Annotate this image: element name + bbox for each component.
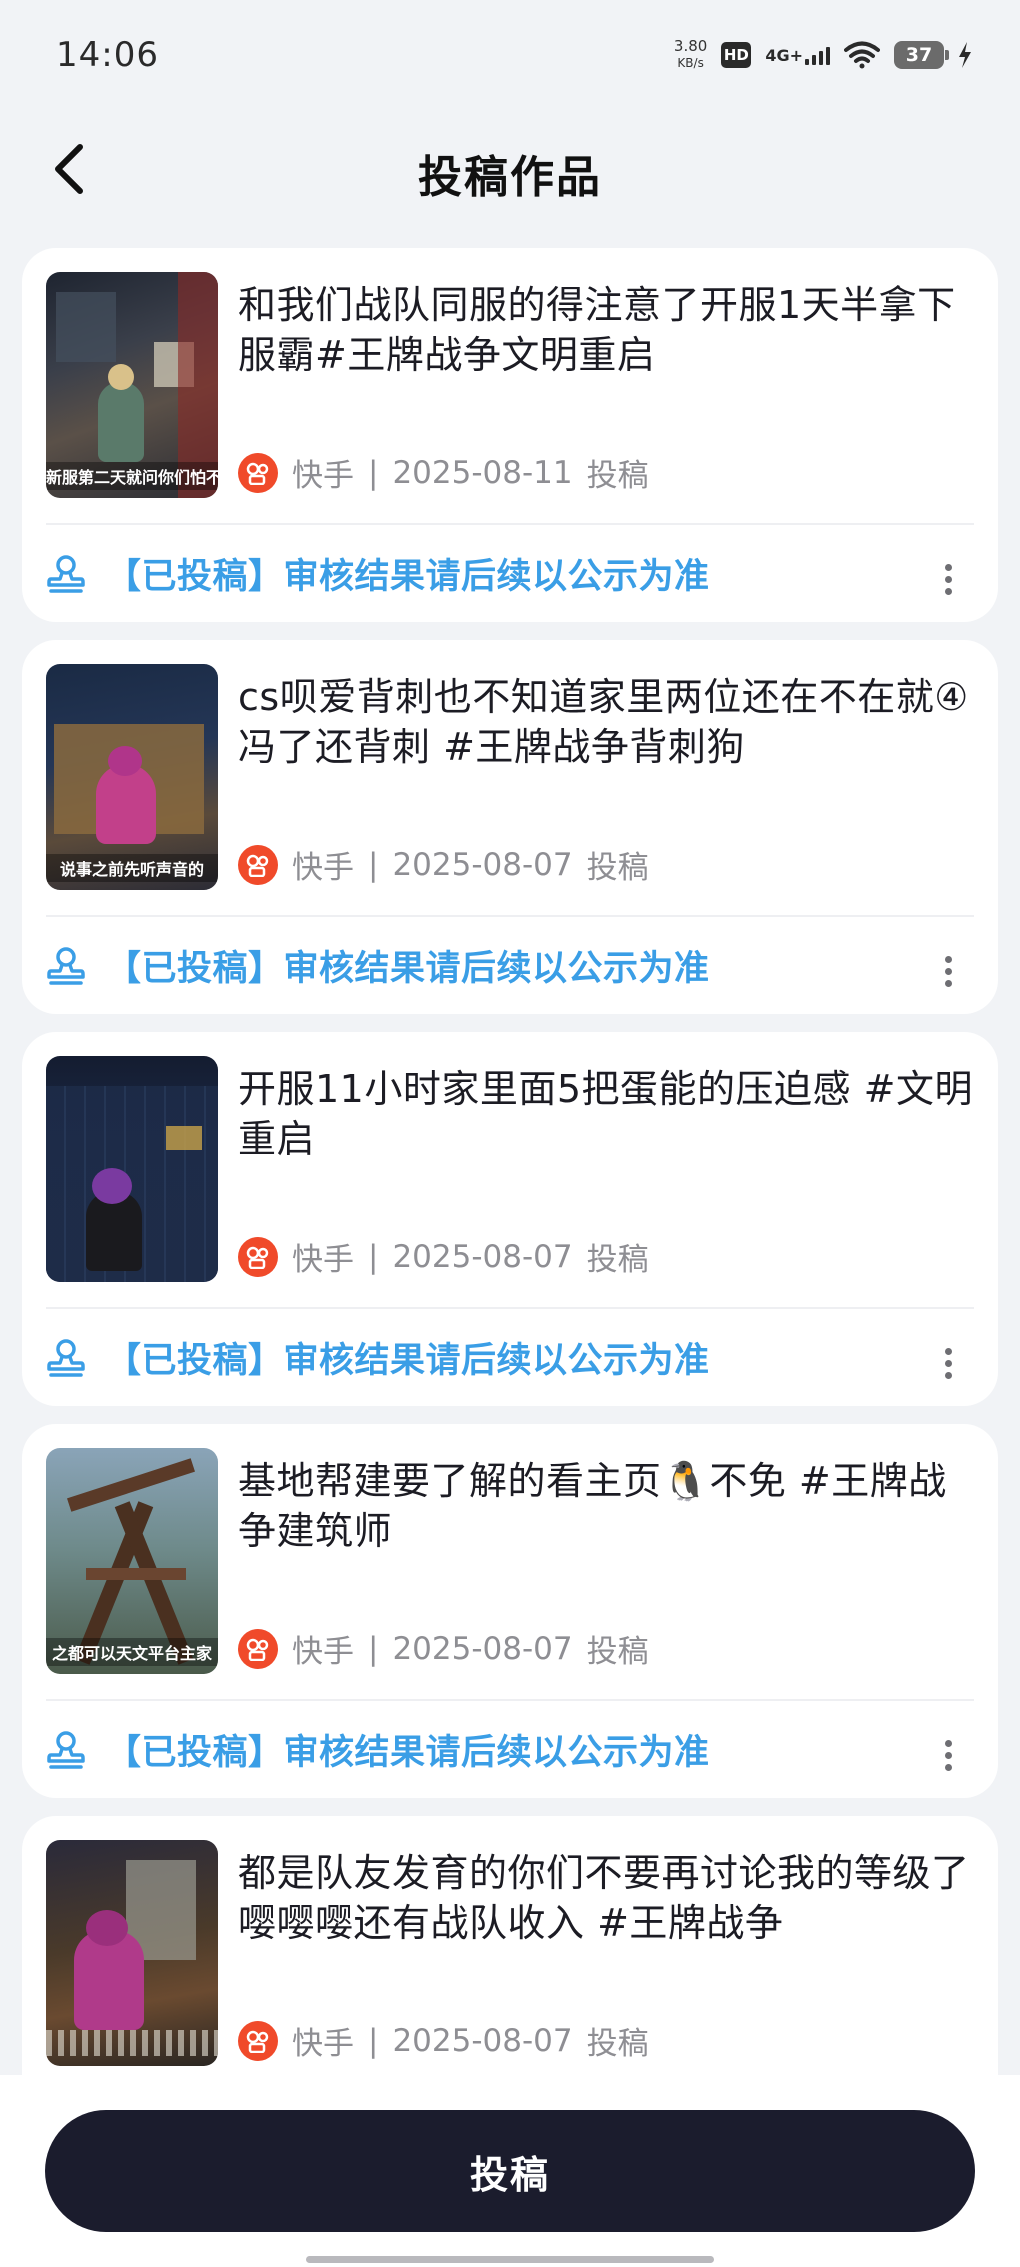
meta-separator: | bbox=[368, 846, 379, 883]
card-meta: 快手 | 2025-08-07 投稿 bbox=[238, 1234, 649, 1279]
review-status-text: 【已投稿】审核结果请后续以公示为准 bbox=[106, 1733, 710, 1773]
chevron-left-icon bbox=[55, 144, 83, 194]
net-speed-unit: KB/s bbox=[677, 56, 704, 70]
platform-name: 快手 bbox=[292, 458, 354, 494]
submit-button[interactable]: 投稿 bbox=[45, 2110, 975, 2232]
network-type-label: 4G+ bbox=[765, 45, 803, 65]
review-status-text: 【已投稿】审核结果请后续以公示为准 bbox=[106, 557, 710, 597]
platform-name: 快手 bbox=[292, 850, 354, 886]
review-status-row: 【已投稿】审核结果请后续以公示为准 bbox=[46, 1309, 974, 1406]
platform-name: 快手 bbox=[292, 1634, 354, 1670]
video-thumbnail[interactable] bbox=[46, 1056, 218, 1282]
video-thumbnail[interactable]: 之都可以天文平台主家 bbox=[46, 1448, 218, 1674]
status-time: 14:06 bbox=[56, 35, 159, 75]
more-options-button[interactable] bbox=[928, 1343, 968, 1383]
stamp-icon bbox=[46, 1730, 94, 1770]
net-speed-value: 3.80 bbox=[673, 37, 708, 55]
kuaishou-icon bbox=[238, 452, 278, 493]
submission-date: 2025-08-07 bbox=[392, 1238, 573, 1275]
stamp-icon bbox=[46, 554, 94, 594]
meta-suffix: 投稿 bbox=[586, 458, 649, 494]
status-bar: 14:06 3.80 KB/s HD 4G+ 37 bbox=[0, 0, 1020, 110]
more-options-button[interactable] bbox=[928, 559, 968, 599]
card-title: cs呗爱背刺也不知道家里两位还在不在就④冯了还背刺 #王牌战争背刺狗 bbox=[238, 675, 969, 769]
kuaishou-icon bbox=[238, 844, 278, 885]
meta-separator: | bbox=[368, 1630, 379, 1667]
submission-list: 新服第二天就问你们怕不怕老弟 和我们战队同服的得注意了开服1天半拿下服霸#王牌战… bbox=[22, 248, 998, 2208]
net-speed: 3.80 KB/s bbox=[674, 38, 707, 72]
page-title: 投稿作品 bbox=[418, 151, 602, 203]
stamp-icon bbox=[46, 1338, 94, 1378]
video-thumbnail[interactable]: 新服第二天就问你们怕不怕老弟 bbox=[46, 272, 218, 498]
platform-name: 快手 bbox=[292, 2026, 354, 2062]
kuaishou-icon bbox=[238, 1628, 278, 1669]
review-status-text: 【已投稿】审核结果请后续以公示为准 bbox=[106, 1341, 710, 1381]
more-options-button[interactable] bbox=[928, 1735, 968, 1775]
battery-icon: 37 bbox=[894, 41, 949, 69]
kuaishou-icon bbox=[238, 2020, 278, 2061]
video-thumbnail[interactable]: 说事之前先听声音的 bbox=[46, 664, 218, 890]
wifi-icon bbox=[844, 41, 880, 69]
card-meta: 快手 | 2025-08-11 投稿 bbox=[238, 450, 649, 495]
meta-suffix: 投稿 bbox=[586, 1242, 649, 1278]
card-meta: 快手 | 2025-08-07 投稿 bbox=[238, 842, 649, 887]
back-button[interactable] bbox=[50, 134, 120, 204]
charging-icon bbox=[959, 42, 971, 68]
review-status-text: 【已投稿】审核结果请后续以公示为准 bbox=[106, 949, 710, 989]
meta-separator: | bbox=[368, 1238, 379, 1275]
page-header: 投稿作品 bbox=[0, 110, 1020, 235]
meta-separator: | bbox=[368, 454, 379, 491]
submission-card[interactable]: 新服第二天就问你们怕不怕老弟 和我们战队同服的得注意了开服1天半拿下服霸#王牌战… bbox=[22, 248, 998, 622]
meta-suffix: 投稿 bbox=[586, 850, 649, 886]
thumbnail-caption: 新服第二天就问你们怕不怕老弟 bbox=[46, 462, 218, 490]
card-title: 和我们战队同服的得注意了开服1天半拿下服霸#王牌战争文明重启 bbox=[238, 283, 956, 377]
cellular-signal-icon: 4G+ bbox=[765, 46, 830, 65]
card-title: 都是队友发育的你们不要再讨论我的等级了嘤嘤嘤还有战队收入 #王牌战争 bbox=[238, 1851, 970, 1945]
platform-name: 快手 bbox=[292, 1242, 354, 1278]
meta-suffix: 投稿 bbox=[586, 1634, 649, 1670]
submission-card[interactable]: 之都可以天文平台主家 基地帮建要了解的看主页🐧不免 #王牌战争建筑师 快手 | … bbox=[22, 1424, 998, 1798]
hd-icon: HD bbox=[721, 42, 752, 68]
bottom-action-bar: 投稿 bbox=[0, 2075, 1020, 2267]
submission-date: 2025-08-07 bbox=[392, 846, 573, 883]
review-status-row: 【已投稿】审核结果请后续以公示为准 bbox=[46, 1701, 974, 1798]
stamp-icon bbox=[46, 946, 94, 986]
review-status-row: 【已投稿】审核结果请后续以公示为准 bbox=[46, 917, 974, 1014]
card-title: 基地帮建要了解的看主页🐧不免 #王牌战争建筑师 bbox=[238, 1459, 947, 1553]
submission-card[interactable]: 说事之前先听声音的 cs呗爱背刺也不知道家里两位还在不在就④冯了还背刺 #王牌战… bbox=[22, 640, 998, 1014]
video-thumbnail[interactable] bbox=[46, 1840, 218, 2066]
card-meta: 快手 | 2025-08-07 投稿 bbox=[238, 1626, 649, 1671]
thumbnail-caption: 之都可以天文平台主家 bbox=[46, 1638, 218, 1666]
meta-suffix: 投稿 bbox=[586, 2026, 649, 2062]
more-options-button[interactable] bbox=[928, 951, 968, 991]
submission-date: 2025-08-11 bbox=[392, 454, 573, 491]
status-icons: 3.80 KB/s HD 4G+ 37 bbox=[674, 38, 972, 72]
card-title: 开服11小时家里面5把蛋能的压迫感 #文明重启 bbox=[238, 1067, 973, 1161]
submission-card[interactable]: 开服11小时家里面5把蛋能的压迫感 #文明重启 快手 | 2025-08-07 … bbox=[22, 1032, 998, 1406]
kuaishou-icon bbox=[238, 1236, 278, 1277]
submission-date: 2025-08-07 bbox=[392, 1630, 573, 1667]
thumbnail-caption: 说事之前先听声音的 bbox=[46, 854, 218, 882]
home-indicator[interactable] bbox=[306, 2256, 714, 2263]
card-meta: 快手 | 2025-08-07 投稿 bbox=[238, 2018, 649, 2063]
submission-date: 2025-08-07 bbox=[392, 2022, 573, 2059]
review-status-row: 【已投稿】审核结果请后续以公示为准 bbox=[46, 525, 974, 622]
meta-separator: | bbox=[368, 2022, 379, 2059]
